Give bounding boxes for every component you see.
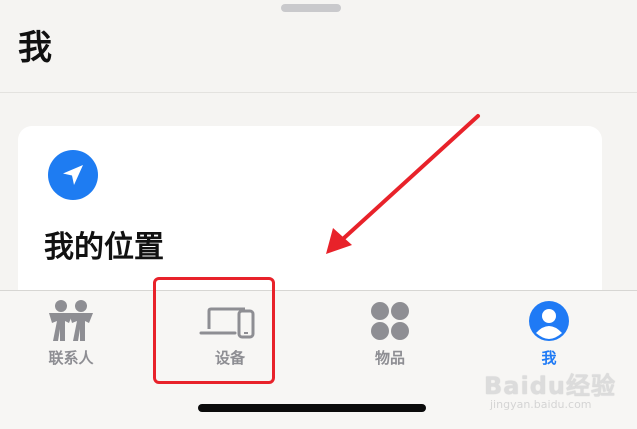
watermark-brand: Baidu经验 bbox=[484, 372, 616, 400]
annotation-arrow-icon bbox=[326, 114, 480, 254]
home-indicator bbox=[198, 404, 426, 412]
watermark-logo: Baidu经验 jingyan.baidu.com bbox=[484, 366, 624, 416]
watermark-url: jingyan.baidu.com bbox=[490, 398, 592, 411]
